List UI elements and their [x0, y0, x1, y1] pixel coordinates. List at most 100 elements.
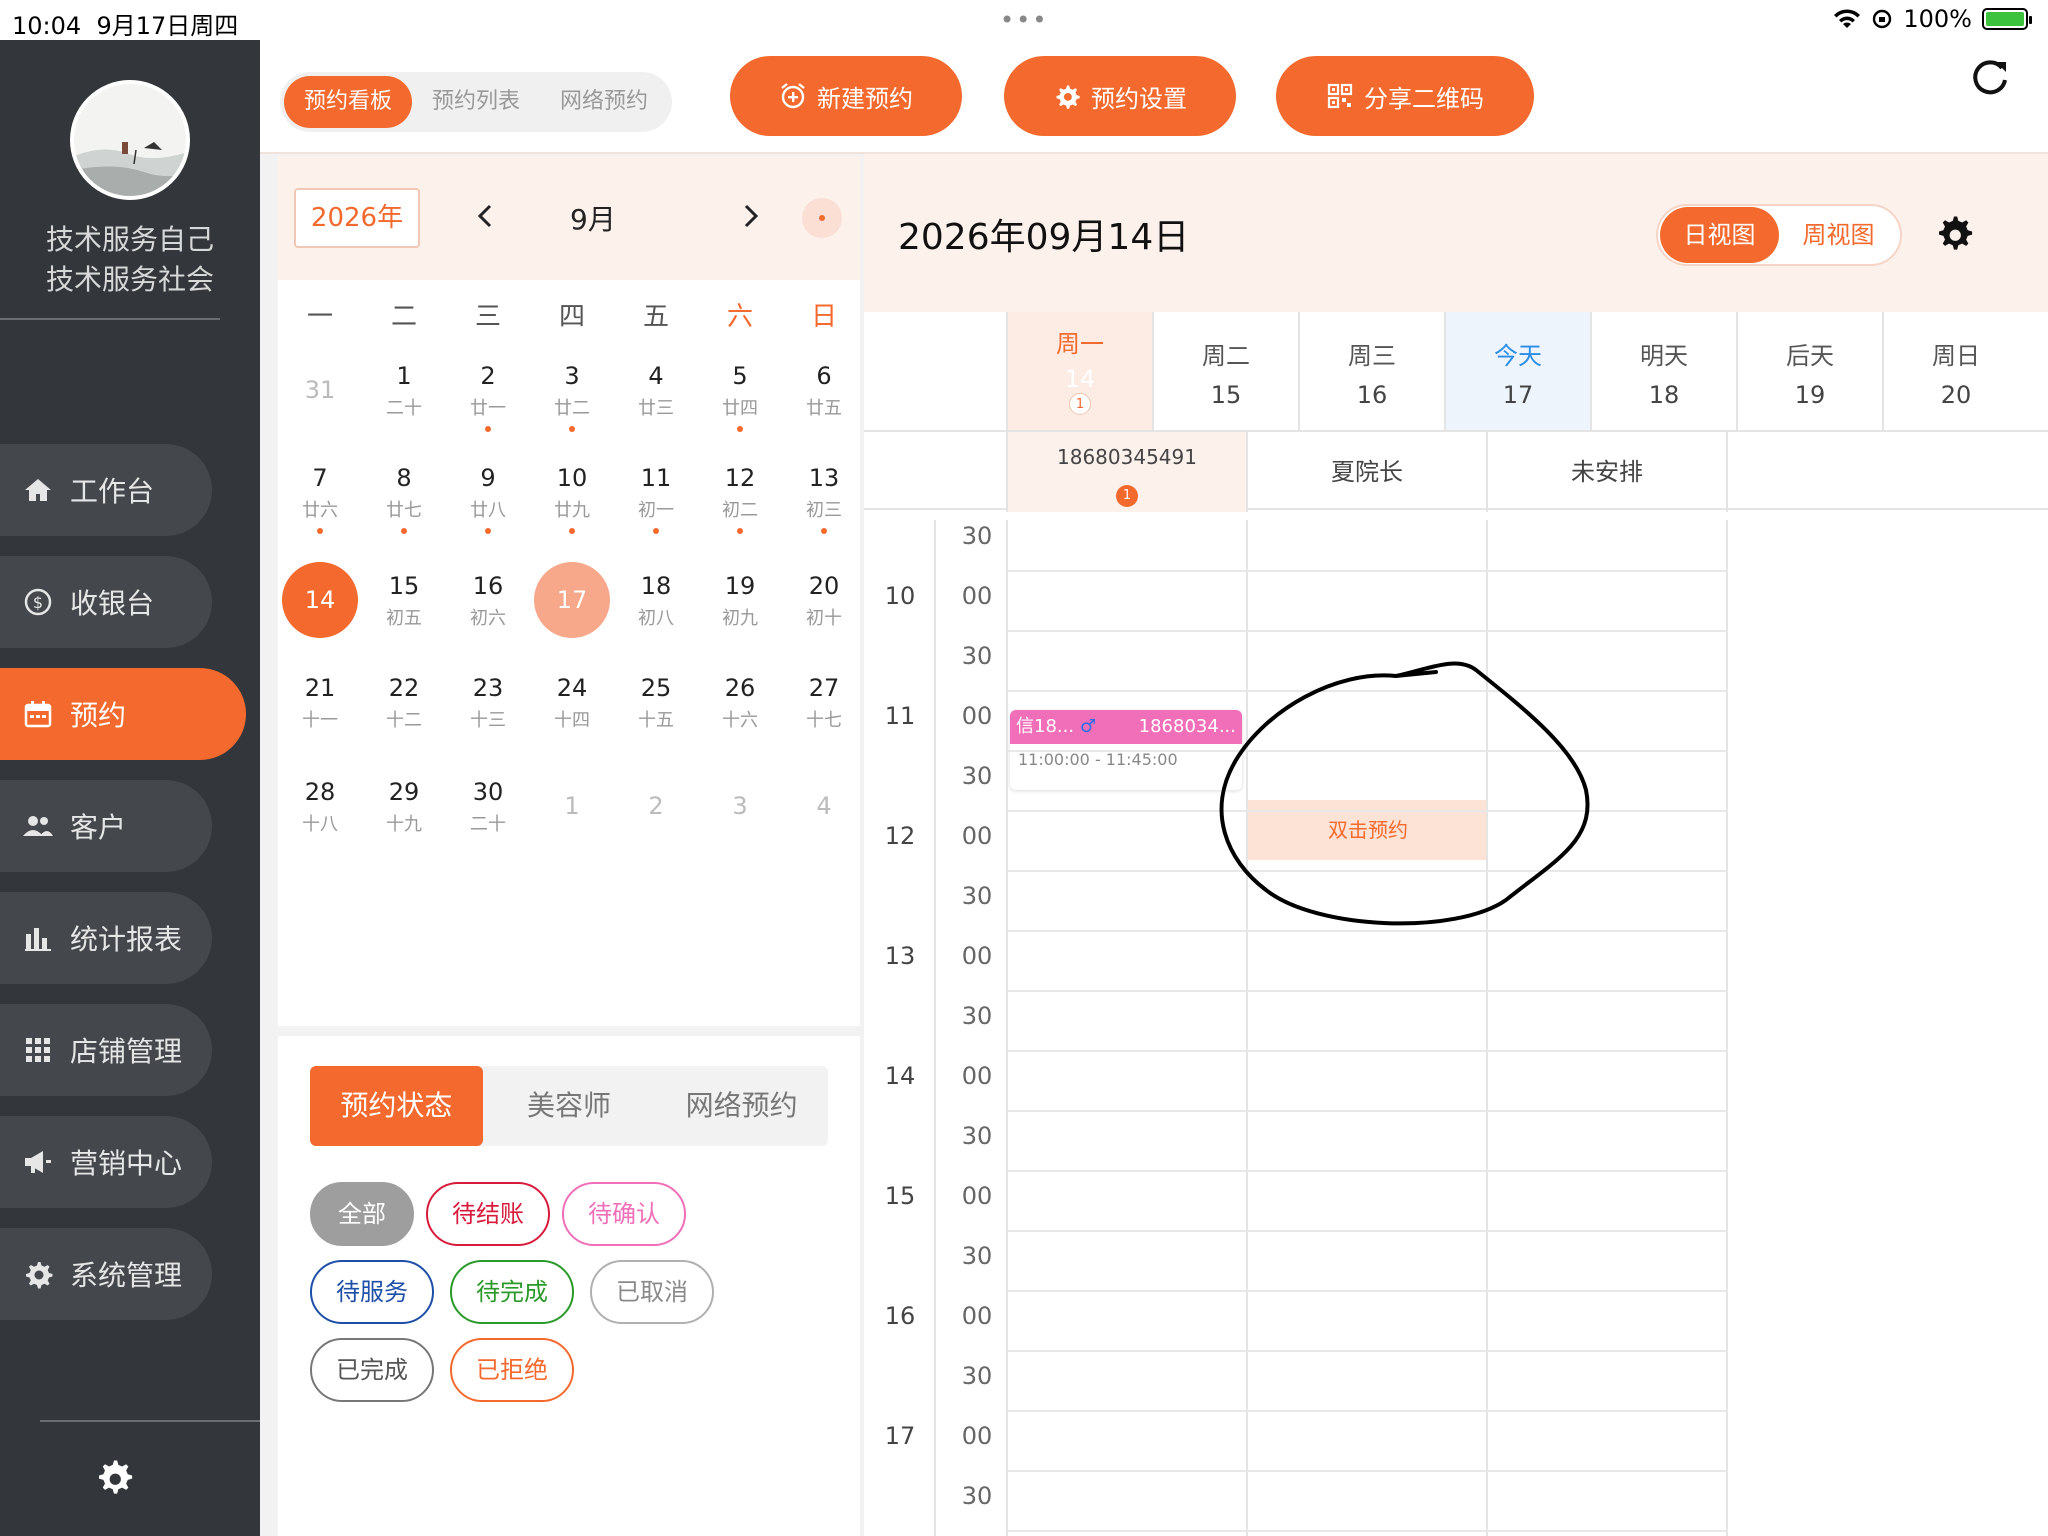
- booking-settings-button[interactable]: 预约设置: [1004, 56, 1236, 136]
- year-selector[interactable]: 2026年: [294, 188, 420, 248]
- view-tabs: 预约看板 预约列表 网络预约: [280, 72, 673, 132]
- tab-booking-board[interactable]: 预约看板: [284, 76, 413, 128]
- calendar-day[interactable]: 4: [786, 768, 862, 844]
- refresh-icon[interactable]: [1966, 54, 2014, 102]
- week-day-column[interactable]: 周一 14 1: [1006, 312, 1152, 430]
- week-day-column[interactable]: 周日 20: [1882, 312, 2028, 430]
- calendar-day[interactable]: 18 初八: [618, 562, 694, 638]
- calendar-day[interactable]: 6 廿五: [786, 352, 862, 428]
- calendar-day[interactable]: 23 十三: [450, 664, 526, 740]
- minute-label: 00: [961, 1302, 993, 1330]
- go-today-button[interactable]: [802, 198, 842, 238]
- calendar-day[interactable]: 10 廿九: [534, 454, 610, 534]
- calendar-day[interactable]: 11 初一: [618, 454, 694, 534]
- calendar-day[interactable]: 15 初五: [366, 562, 442, 638]
- settings-gear-icon[interactable]: [94, 1458, 134, 1498]
- staff-column-header[interactable]: 夏院长: [1246, 432, 1486, 512]
- schedule-settings-icon[interactable]: [1934, 214, 1974, 254]
- calendar-day[interactable]: 1: [534, 768, 610, 844]
- calendar-day[interactable]: 21 十一: [282, 664, 358, 740]
- status-chip[interactable]: 已拒绝: [450, 1338, 574, 1402]
- calendar-day[interactable]: 13 初三: [786, 454, 862, 534]
- staff-column-header[interactable]: 未安排: [1486, 432, 1726, 512]
- filter-tab-online[interactable]: 网络预约: [655, 1066, 828, 1146]
- sidebar-item-booking[interactable]: 预约: [0, 668, 246, 760]
- sidebar-item-label: 工作台: [70, 475, 155, 508]
- status-chip[interactable]: 待完成: [450, 1260, 574, 1324]
- week-day-column[interactable]: 今天 17: [1444, 312, 1590, 430]
- calendar-day[interactable]: 20 初十: [786, 562, 862, 638]
- week-day-column[interactable]: 周三 16: [1298, 312, 1444, 430]
- calendar-day[interactable]: 22 十二: [366, 664, 442, 740]
- day-number: 21: [304, 674, 336, 702]
- grid-row-line: [1008, 1110, 1728, 1112]
- week-day-column[interactable]: 明天 18: [1590, 312, 1736, 430]
- sidebar-item-workbench[interactable]: 工作台: [0, 444, 212, 536]
- filter-tab-beautician[interactable]: 美容师: [483, 1066, 656, 1146]
- calendar-day[interactable]: 12 初二: [702, 454, 778, 534]
- sidebar-item-customers[interactable]: 客户: [0, 780, 212, 872]
- calendar-day[interactable]: 3: [702, 768, 778, 844]
- staff-column-header[interactable]: 18680345491 1: [1006, 432, 1246, 512]
- weekday-label: 一: [306, 302, 333, 332]
- calendar-day[interactable]: 16 初六: [450, 562, 526, 638]
- lunar-date: 十四: [554, 710, 590, 731]
- week-day-column[interactable]: 周二 15: [1152, 312, 1298, 430]
- appointment-customer: 信18...: [1016, 716, 1075, 737]
- share-qr-button[interactable]: 分享二维码: [1276, 56, 1534, 136]
- sidebar-item-reports[interactable]: 统计报表: [0, 892, 212, 984]
- day-number: 18: [640, 572, 672, 600]
- status-chip[interactable]: 待结账: [426, 1182, 550, 1246]
- booking-dot: [485, 528, 491, 534]
- calendar-day[interactable]: 31: [282, 352, 358, 428]
- chevron-left-icon[interactable]: [468, 198, 504, 234]
- calendar-day[interactable]: 30 二十: [450, 768, 526, 844]
- status-chip[interactable]: 全部: [310, 1182, 414, 1246]
- calendar-day[interactable]: 26 十六: [702, 664, 778, 740]
- calendar-day[interactable]: 27 十七: [786, 664, 862, 740]
- lunar-date: 廿八: [470, 500, 506, 521]
- tab-online-booking[interactable]: 网络预约: [540, 76, 668, 128]
- calendar-day[interactable]: 1 二十: [366, 352, 442, 428]
- calendar-day[interactable]: 24 十四: [534, 664, 610, 740]
- day-number: 1: [564, 792, 580, 820]
- calendar-day[interactable]: 25 十五: [618, 664, 694, 740]
- filter-tab-status[interactable]: 预约状态: [310, 1066, 483, 1146]
- schedule-date-title: 2026年09月14日: [898, 217, 1190, 258]
- chevron-right-icon[interactable]: [732, 198, 768, 234]
- sidebar-item-cashier[interactable]: $ 收银台: [0, 556, 212, 648]
- hour-label: 17: [884, 1422, 916, 1450]
- tab-booking-list[interactable]: 预约列表: [412, 76, 540, 128]
- calendar-day[interactable]: 5 廿四: [702, 352, 778, 432]
- calendar-day[interactable]: 8 廿七: [366, 454, 442, 534]
- calendar-day[interactable]: 29 十九: [366, 768, 442, 844]
- status-chip[interactable]: 待服务: [310, 1260, 434, 1324]
- sidebar-item-system[interactable]: 系统管理: [0, 1228, 212, 1320]
- calendar-day[interactable]: 3 廿二: [534, 352, 610, 432]
- sidebar-bottom-divider: [40, 1420, 260, 1422]
- calendar-day[interactable]: 14: [282, 562, 358, 638]
- calendar-day[interactable]: 17: [534, 562, 610, 638]
- calendar-day[interactable]: 28 十八: [282, 768, 358, 844]
- store-avatar[interactable]: [70, 80, 190, 200]
- calendar-day[interactable]: 2: [618, 768, 694, 844]
- new-booking-button[interactable]: 新建预约: [730, 56, 962, 136]
- status-chip[interactable]: 待确认: [562, 1182, 686, 1246]
- multitask-dots[interactable]: •••: [1000, 6, 1048, 34]
- sidebar-item-store[interactable]: 店铺管理: [0, 1004, 212, 1096]
- calendar-day[interactable]: 19 初九: [702, 562, 778, 638]
- top-toolbar: 预约看板 预约列表 网络预约 新建预约 预约设置 分享二维码: [260, 40, 2048, 154]
- day-view-button[interactable]: 日视图: [1660, 207, 1779, 263]
- status-chip[interactable]: 已完成: [310, 1338, 434, 1402]
- calendar-day[interactable]: 7 廿六: [282, 454, 358, 534]
- status-chip[interactable]: 已取消: [590, 1260, 714, 1324]
- sidebar-item-marketing[interactable]: 营销中心: [0, 1116, 212, 1208]
- male-icon: ♂: [1079, 716, 1096, 737]
- staff-column-end: [1726, 432, 1728, 512]
- calendar-day[interactable]: 4 廿三: [618, 352, 694, 428]
- week-day-column[interactable]: 后天 19: [1736, 312, 1882, 430]
- calendar-day[interactable]: 9 廿八: [450, 454, 526, 534]
- booking-dot: [821, 528, 827, 534]
- calendar-day[interactable]: 2 廿一: [450, 352, 526, 432]
- week-view-button[interactable]: 周视图: [1779, 207, 1898, 263]
